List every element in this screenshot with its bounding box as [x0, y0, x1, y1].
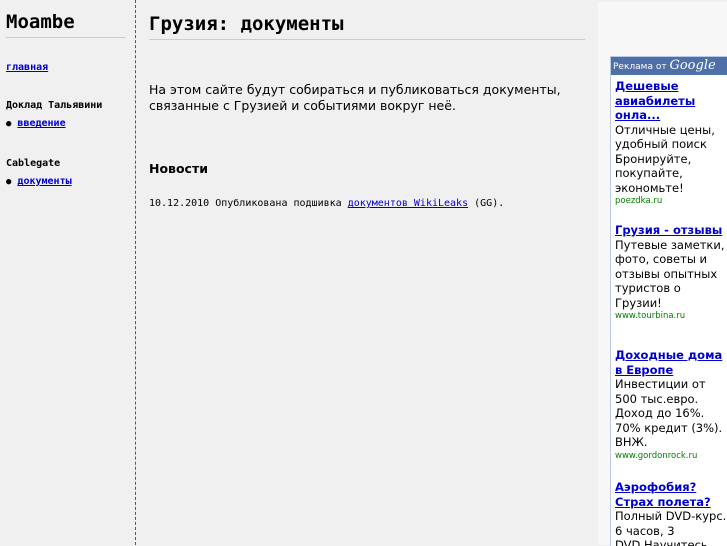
bullet-icon: ●	[6, 177, 12, 187]
ad-body: Путевые заметки, фото, советы и отзывы о…	[615, 237, 725, 310]
site-title: Moambe	[6, 9, 125, 38]
news-item-suffix: (GG).	[468, 198, 505, 209]
news-documents-link[interactable]: документов WikiLeaks	[348, 198, 468, 209]
ad-title-link[interactable]: Доходные дома в Европе	[615, 348, 727, 377]
ad-item: Дешевые авиабилеты онла... Отличные цены…	[615, 79, 727, 208]
ad-body: Инвестиции от 500 тыс.евро. Доход до 16%…	[615, 377, 723, 449]
ad-url[interactable]: www.gordonrock.ru	[615, 450, 727, 463]
nav-section-heading-cablegate: Cablegate	[6, 158, 61, 169]
left-sidebar: Moambe главная Доклад Тальявини ● введени…	[0, 0, 136, 545]
ads-by-google-bar[interactable]: Реклама от Google	[611, 57, 727, 75]
ad-body: Отличные цены, удобный поиск Бронируйте,…	[615, 122, 715, 195]
ad-url[interactable]: www.tourbina.ru	[615, 310, 727, 323]
ad-body: Полный DVD-курс. 6 часов, 3 DVD.Научитес…	[615, 509, 727, 546]
page-title: Грузия: документы	[149, 11, 585, 40]
ad-item: Доходные дома в Европе Инвестиции от 500…	[615, 348, 727, 463]
ad-title-link[interactable]: Аэрофобия? Страх полета?	[615, 480, 727, 509]
ads-column: Реклама от Google Дешевые авиабилеты онл…	[598, 2, 727, 546]
ad-url[interactable]: poezdka.ru	[615, 195, 727, 208]
nav-introduction-link[interactable]: введение	[17, 118, 65, 129]
nav-item-documents: ● документы	[6, 176, 72, 187]
nav-section-heading-tagliavini: Доклад Тальявини	[6, 100, 103, 111]
google-logo: Google	[669, 58, 716, 73]
nav-home-link[interactable]: главная	[6, 62, 48, 73]
ad-item: Аэрофобия? Страх полета? Полный DVD-курс…	[615, 480, 727, 546]
ads-bar-label: Реклама от	[613, 62, 667, 72]
nav-item-introduction: ● введение	[6, 118, 66, 129]
news-heading: Новости	[149, 161, 208, 176]
ad-item: Грузия - отзывы Путевые заметки, фото, с…	[615, 223, 727, 323]
nav-documents-link[interactable]: документы	[17, 176, 71, 187]
ad-title-link[interactable]: Грузия - отзывы	[615, 223, 727, 238]
news-item-text: 10.12.2010 Опубликована подшивка	[149, 198, 348, 209]
ad-title-link[interactable]: Дешевые авиабилеты онла...	[615, 79, 727, 123]
news-item: 10.12.2010 Опубликована подшивка докумен…	[149, 198, 504, 209]
google-ads-box: Реклама от Google Дешевые авиабилеты онл…	[610, 56, 727, 546]
intro-text: На этом сайте будут собираться и публико…	[149, 82, 561, 113]
bullet-icon: ●	[6, 119, 12, 129]
